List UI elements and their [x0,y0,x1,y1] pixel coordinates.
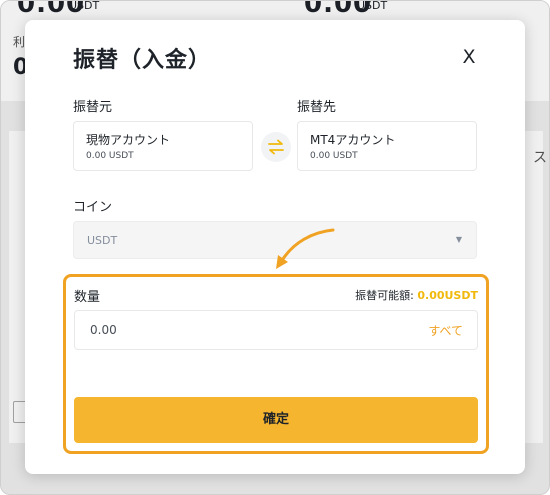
to-account-name: MT4アカウント [310,133,396,147]
amount-label: 数量 [74,290,101,305]
available-amount: 振替可能額: 0.00USDT [355,287,478,303]
amount-value: 0.00 [90,323,117,337]
confirm-button[interactable]: 確定 [74,397,478,443]
modal-title: 振替（入金） [73,48,212,73]
to-account-balance: 0.00 USDT [310,151,358,161]
from-account-box[interactable]: 現物アカウント 0.00 USDT [73,121,253,171]
from-account-name: 現物アカウント [86,133,171,147]
available-value: 0.00USDT [417,289,478,302]
transfer-modal: 振替（入金） X 振替元 現物アカウント 0.00 USDT 振替先 MT4アカ… [25,20,525,474]
amount-input[interactable]: 0.00 すべて [74,310,478,350]
close-button[interactable]: X [458,46,480,68]
available-label: 振替可能額: [355,289,418,302]
coin-label: コイン [73,200,113,215]
from-label: 振替元 [73,100,113,115]
swap-arrows-icon [268,139,284,155]
coin-selected-value: USDT [87,234,118,247]
to-account-box[interactable]: MT4アカウント 0.00 USDT [297,121,477,171]
max-all-button[interactable]: すべて [428,322,463,339]
to-label: 振替先 [297,100,337,115]
chevron-down-icon: ▼ [455,235,462,244]
amount-section: 数量 振替可能額: 0.00USDT 0.00 すべて 確定 [63,274,489,454]
from-account-balance: 0.00 USDT [86,151,134,161]
swap-button[interactable] [261,132,291,162]
hint-arrow-icon [276,228,335,269]
